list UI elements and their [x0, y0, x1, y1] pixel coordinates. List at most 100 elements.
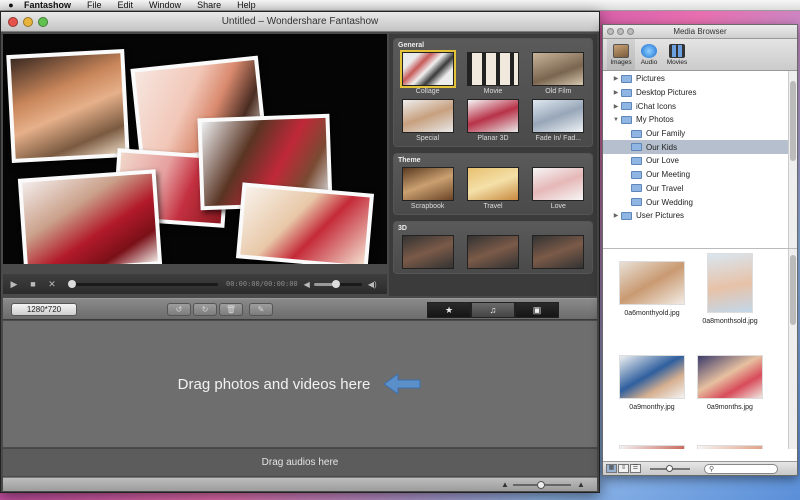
media-thumbnail[interactable]: 0a9monthy.jpg — [617, 355, 687, 411]
tree-item-label: Our Love — [646, 156, 679, 166]
menu-share[interactable]: Share — [189, 0, 229, 10]
tab-movies[interactable]: Movies — [663, 39, 691, 70]
media-thumbnail[interactable]: 0a9months.jpg — [695, 355, 765, 411]
thumbnail-size-knob[interactable] — [666, 464, 673, 472]
effects-panel: General Collage Movie Old Film Special P… — [389, 34, 597, 296]
media-thumbnail[interactable] — [695, 445, 765, 449]
folder-icon — [631, 198, 642, 207]
tree-item-label: Pictures — [636, 74, 665, 84]
volume-high-icon: ◀) — [367, 279, 377, 289]
effect-collage[interactable]: Collage — [398, 50, 457, 95]
effect-old-film[interactable]: Old Film — [529, 52, 588, 95]
folder-icon — [621, 211, 632, 220]
effect-3d-item[interactable] — [463, 235, 522, 269]
media-search-input[interactable]: ⚲ — [704, 463, 778, 474]
folder-icon — [621, 74, 632, 83]
images-icon — [613, 43, 629, 58]
tree-item[interactable]: ▶ iChat Icons — [603, 99, 797, 113]
thumbnail-size-slider[interactable] — [650, 464, 690, 472]
play-icon[interactable]: ▶ — [6, 279, 22, 290]
disclosure-closed-icon[interactable]: ▶ — [611, 103, 621, 110]
volume-slider[interactable] — [313, 279, 362, 288]
menu-fantashow[interactable]: Fantashow — [18, 0, 79, 10]
tree-item[interactable]: Our Wedding — [603, 195, 797, 209]
zoom-out-icon[interactable]: ▲ — [501, 480, 509, 489]
progress-slider[interactable] — [68, 279, 218, 288]
main-window: Untitled – Wondershare Fantashow ▶ ■ ✕ 0… — [0, 11, 600, 493]
tree-item[interactable]: Our Travel — [603, 182, 797, 196]
delete-icon[interactable]: 🗑 — [219, 303, 243, 316]
media-browser-window: Media Browser Images Audio Movies ▶ Pictu… — [602, 24, 798, 476]
tree-item[interactable]: ▼ My Photos — [603, 113, 797, 127]
thumbnail-scrollbar[interactable] — [788, 249, 797, 449]
effect-planar-3d[interactable]: Planar 3D — [463, 99, 522, 142]
minimize-window-button[interactable] — [23, 16, 33, 27]
effect-3d-item[interactable] — [398, 235, 457, 269]
zoom-window-button[interactable] — [38, 16, 48, 27]
tree-item-label: Our Wedding — [646, 197, 693, 207]
collage-photo — [235, 182, 375, 264]
tree-item[interactable]: ▶ Desktop Pictures — [603, 86, 797, 100]
zoom-knob[interactable] — [537, 481, 545, 489]
menu-edit[interactable]: Edit — [110, 0, 142, 10]
detail-view-icon[interactable]: ☰ — [630, 464, 641, 473]
menu-help[interactable]: Help — [229, 0, 264, 10]
media-browser-title-bar: Media Browser — [603, 25, 797, 39]
media-thumbnail[interactable] — [617, 445, 687, 449]
effect-fade[interactable]: Fade In/ Fad... — [529, 99, 588, 142]
effect-3d-item[interactable] — [529, 235, 588, 269]
tree-scrollbar[interactable] — [788, 71, 797, 248]
disclosure-open-icon[interactable]: ▼ — [611, 117, 621, 123]
thumbnail-grid: 0a6monthyold.jpg 0a8monthsold.jpg 0a9mon… — [603, 249, 797, 449]
photo-drop-zone[interactable]: Drag photos and videos here — [3, 321, 597, 447]
zoom-in-icon[interactable]: ▲ — [577, 480, 585, 489]
tree-item[interactable]: Our Love — [603, 154, 797, 168]
list-view-icon[interactable]: ≡ — [618, 464, 629, 473]
effect-special[interactable]: Special — [398, 99, 457, 142]
audio-drop-zone[interactable]: Drag audios here — [3, 448, 597, 476]
effect-scrapbook[interactable]: Scrapbook — [398, 167, 457, 210]
tree-item[interactable]: Our Meeting — [603, 168, 797, 182]
folder-icon — [621, 88, 632, 97]
disclosure-closed-icon[interactable]: ▶ — [611, 89, 621, 96]
effect-love[interactable]: Love — [529, 167, 588, 210]
music-tab-icon[interactable]: ♫ — [471, 302, 515, 318]
minimize-window-button[interactable] — [617, 28, 624, 35]
edit-pencil-icon[interactable]: ✎ — [249, 303, 273, 316]
timeline-zoom-slider[interactable] — [513, 481, 571, 489]
close-window-button[interactable] — [8, 16, 18, 27]
tree-item[interactable]: ▶ Pictures — [603, 72, 797, 86]
frame-tab-icon[interactable]: ▣ — [515, 302, 559, 318]
close-window-button[interactable] — [607, 28, 614, 35]
resolution-button[interactable]: 1280*720 — [11, 303, 77, 316]
tree-item-label: My Photos — [636, 115, 674, 125]
effect-movie[interactable]: Movie — [463, 52, 522, 95]
movies-icon — [669, 43, 685, 58]
effects-tab-star-icon[interactable]: ★ — [427, 302, 471, 318]
tab-audio[interactable]: Audio — [635, 39, 663, 70]
disclosure-closed-icon[interactable]: ▶ — [611, 75, 621, 82]
media-thumbnail[interactable]: 0a8monthsold.jpg — [695, 253, 765, 325]
rotate-right-icon[interactable]: ↻ — [193, 303, 217, 316]
progress-knob[interactable] — [68, 279, 76, 288]
menu-file[interactable]: File — [79, 0, 110, 10]
media-browser-title: Media Browser — [673, 27, 727, 36]
clear-icon[interactable]: ✕ — [44, 279, 60, 290]
effect-travel[interactable]: Travel — [463, 167, 522, 210]
grid-view-icon[interactable]: ▦ — [606, 464, 617, 473]
arrow-left-icon — [383, 373, 421, 395]
apple-menu-icon[interactable]: ● — [4, 0, 18, 10]
media-thumbnail[interactable]: 0a6monthyold.jpg — [617, 261, 687, 317]
tree-item[interactable]: Our Family — [603, 127, 797, 141]
stop-icon[interactable]: ■ — [25, 279, 41, 289]
zoom-window-button[interactable] — [627, 28, 634, 35]
tree-item[interactable]: ▶ User Pictures — [603, 209, 797, 223]
volume-knob[interactable] — [331, 279, 340, 288]
tree-item-label: Our Meeting — [646, 170, 691, 180]
menu-window[interactable]: Window — [141, 0, 189, 10]
tree-item[interactable]: Our Kids — [603, 140, 797, 155]
tab-images[interactable]: Images — [607, 39, 635, 70]
disclosure-closed-icon[interactable]: ▶ — [611, 212, 621, 219]
effects-group-title: 3D — [398, 225, 407, 232]
rotate-left-icon[interactable]: ↺ — [167, 303, 191, 316]
